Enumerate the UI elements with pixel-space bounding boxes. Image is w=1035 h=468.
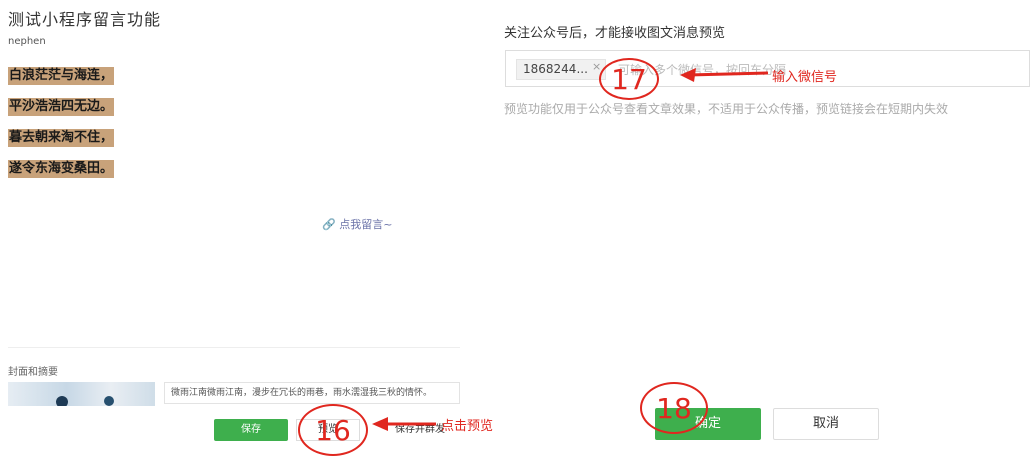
article-body[interactable]: 白浪茫茫与海连， 平沙浩浩四无边。 暮去朝来淘不住， 遂令东海变桑田。 bbox=[8, 64, 115, 188]
save-button[interactable]: 保存 bbox=[214, 419, 288, 441]
step-marker: 18 bbox=[640, 382, 708, 434]
divider bbox=[8, 347, 460, 348]
annotation-label: 输入微信号 bbox=[772, 70, 838, 85]
step-marker: 16 bbox=[298, 404, 368, 456]
cancel-button[interactable]: 取消 bbox=[773, 408, 879, 440]
poem-line: 白浪茫茫与海连， bbox=[8, 67, 115, 85]
poem-line: 遂令东海变桑田。 bbox=[8, 160, 115, 178]
summary-field[interactable]: 微雨江南微雨江南，漫步在冗长的雨巷，雨水濡湿我三秋的情怀。 bbox=[164, 382, 460, 404]
follow-hint: 关注公众号后，才能接收图文消息预览 bbox=[504, 26, 726, 41]
wechat-id-input[interactable]: 1868244... × 可输入多个微信号，按回车分隔 bbox=[505, 50, 1030, 87]
comment-link[interactable]: 🔗 点我留言~ bbox=[322, 216, 392, 232]
poem-line: 暮去朝来淘不住， bbox=[8, 129, 115, 147]
poem-line: 平沙浩浩四无边。 bbox=[8, 98, 115, 116]
cover-image-shape bbox=[56, 396, 68, 406]
article-editor-panel: 测试小程序留言功能 nephen 白浪茫茫与海连， 平沙浩浩四无边。 暮去朝来淘… bbox=[0, 0, 470, 468]
article-title: 测试小程序留言功能 bbox=[8, 10, 162, 29]
preview-note: 预览功能仅用于公众号查看文章效果，不适用于公众传播，预览链接会在短期内失效 bbox=[504, 102, 949, 116]
article-author: nephen bbox=[8, 36, 46, 47]
cover-section-label: 封面和摘要 bbox=[8, 367, 58, 378]
annotation-label: 点击预览 bbox=[441, 419, 494, 434]
step-marker: 17 bbox=[599, 58, 659, 100]
cover-image[interactable] bbox=[8, 382, 155, 406]
cover-image-shape bbox=[104, 396, 114, 406]
